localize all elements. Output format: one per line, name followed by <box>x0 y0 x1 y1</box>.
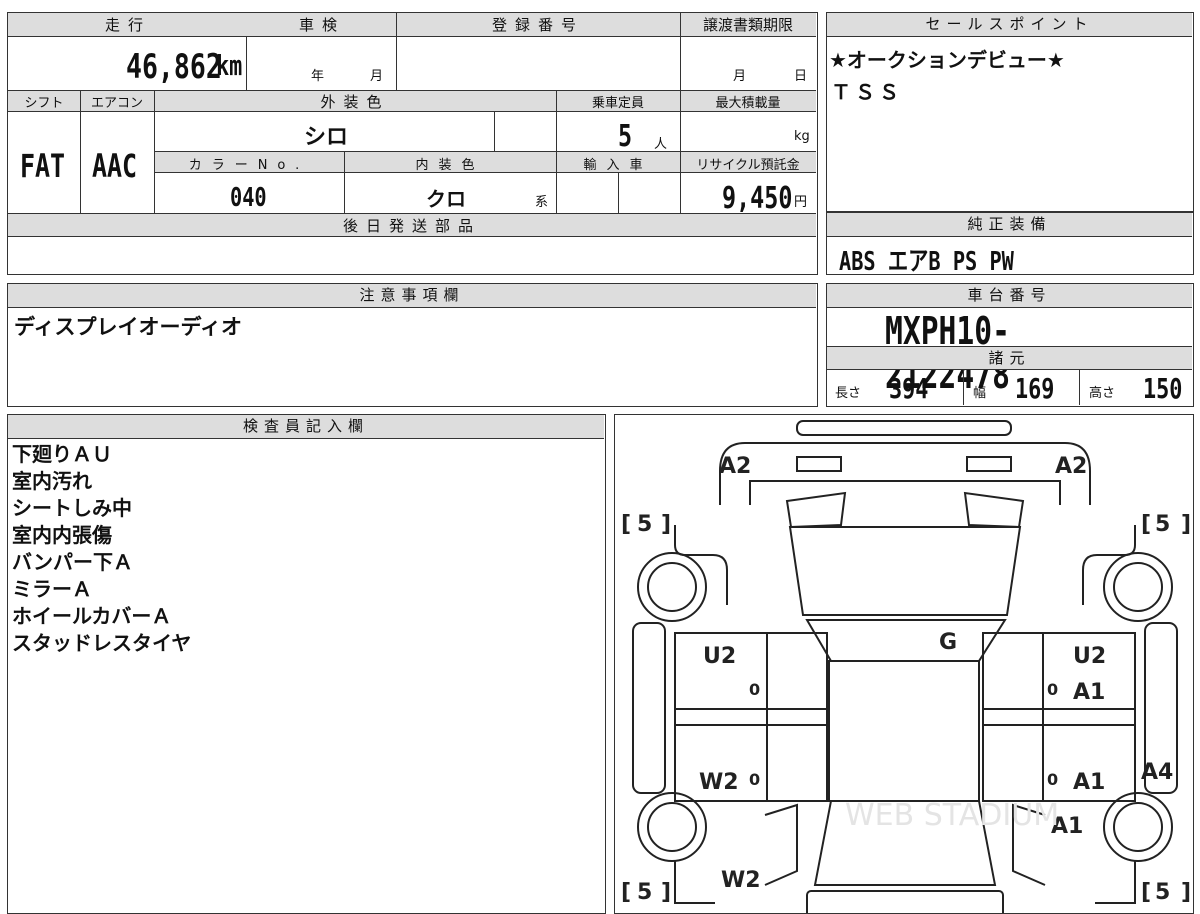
recycle-label: リサイクル預託金 <box>696 158 800 173</box>
aircon-value: AAC <box>92 147 138 185</box>
mark-tire-rr: 5 <box>1155 880 1170 905</box>
shift-value: FAT <box>20 147 66 185</box>
vehicle-info-box: 走行 車検 登録番号 譲渡書類期限 46,862 km 年 月 月 日 シフト … <box>7 12 818 275</box>
mark-left-front-door: U2 <box>703 644 736 669</box>
mileage-unit: km <box>216 49 243 82</box>
capacity-unit: 人 <box>654 137 668 152</box>
mark-tire-fl: 5 <box>637 512 652 537</box>
bracket-fr-open: [ <box>1141 512 1151 537</box>
equipment-label: 純正装備 <box>827 213 1192 237</box>
mileage-value-wrap: 46,862 km <box>8 39 244 89</box>
mark-zero-left-rear: 0 <box>749 770 760 789</box>
inspector-note: ミラーＡ <box>12 577 92 601</box>
color-no-label: カラーNo. <box>188 158 310 173</box>
mark-right-front-door: U2 <box>1073 644 1106 669</box>
inspector-notes: 下廻りＡＵ 室内汚れ シートしみ中 室内内張傷 バンパー下Ａ ミラーＡ ホイール… <box>12 441 191 657</box>
caution-text: ディスプレイオーディオ <box>14 315 243 339</box>
mark-zero-right-rear: 0 <box>1047 770 1058 789</box>
inspector-box: 検査員記入欄 下廻りＡＵ 室内汚れ シートしみ中 室内内張傷 バンパー下Ａ ミラ… <box>7 414 606 914</box>
shaken-label: 車検 <box>298 16 345 34</box>
spec-label: 諸元 <box>827 346 1192 370</box>
bracket-fr-close: ] <box>1181 512 1191 537</box>
recycle-fee: 9,450 <box>722 181 793 216</box>
max-load-unit: kg <box>794 129 810 144</box>
color-no-value: 040 <box>230 183 267 213</box>
bracket-rr-close: ] <box>1181 880 1191 905</box>
capacity-value: 5 <box>618 119 633 154</box>
inspector-label: 検査員記入欄 <box>8 415 604 439</box>
mark-left-rear-fender: W2 <box>721 868 761 893</box>
interior-color-suffix: 系 <box>535 195 549 210</box>
shaken-month-unit: 月 <box>370 69 384 84</box>
mark-front-right: A2 <box>1055 454 1087 479</box>
mark-right-rear-door: A1 <box>1073 770 1105 795</box>
length-value: 394 <box>889 372 929 405</box>
watermark: WEB STADIUM <box>845 798 1059 833</box>
height-value: 150 <box>1143 372 1183 405</box>
mark-tire-fr: 5 <box>1155 512 1170 537</box>
bracket-fl-open: [ <box>621 512 631 537</box>
registration-label: 登録番号 <box>491 16 584 34</box>
sales-point-label: セールスポイント <box>827 13 1192 37</box>
mark-right-front-door-b: A1 <box>1073 680 1105 705</box>
inspector-note: 室内汚れ <box>12 469 92 493</box>
mileage-label: 走行 <box>104 16 151 34</box>
import-label: 輸入車 <box>583 158 653 173</box>
mark-zero-left-front: 0 <box>749 680 760 699</box>
mark-zero-right-front: 0 <box>1047 680 1058 699</box>
caution-label: 注意事項欄 <box>8 284 816 308</box>
width-value: 169 <box>1015 372 1055 405</box>
mark-windshield: G <box>939 630 957 655</box>
inspector-note: シートしみ中 <box>12 496 132 520</box>
width-label: 幅 <box>973 386 987 401</box>
mileage-value: 46,862 <box>126 47 222 87</box>
bracket-rl-open: [ <box>621 880 631 905</box>
sales-point-line-2: ＴＳＳ <box>831 80 903 104</box>
transfer-day-unit: 日 <box>794 69 808 84</box>
transfer-deadline-label: 譲渡書類期限 <box>702 16 793 34</box>
length-label: 長さ <box>835 386 862 401</box>
interior-color-label: 内装色 <box>415 158 485 173</box>
inspector-note: ホイールカバーＡ <box>12 604 172 628</box>
capacity-label: 乗車定員 <box>591 96 644 111</box>
transfer-month-unit: 月 <box>733 69 747 84</box>
car-diagram: A2 A2 5 5 G U2 U2 0 0 A1 W2 0 0 A1 A4 A1… <box>621 420 1191 913</box>
mark-tire-rl: 5 <box>637 880 652 905</box>
chassis-label: 車台番号 <box>827 284 1192 308</box>
exterior-color-label: 外装色 <box>320 93 390 111</box>
inspector-note: 下廻りＡＵ <box>12 442 112 466</box>
equipment-box: 純正装備 ABS エアB PS PW <box>826 212 1194 277</box>
sales-point-line-1: ★オークションデビュー★ <box>829 48 1065 72</box>
sales-point-box: セールスポイント ★オークションデビュー★ ＴＳＳ <box>826 12 1194 212</box>
chassis-box: 車台番号 MXPH10-2122478 諸元 長さ 394 幅 169 高さ 1… <box>826 283 1194 407</box>
bracket-rl-close: ] <box>661 880 671 905</box>
damage-diagram-box: A2 A2 5 5 G U2 U2 0 0 A1 W2 0 0 A1 A4 A1… <box>614 414 1194 914</box>
equipment-value: ABS エアB PS PW <box>839 247 1014 277</box>
aircon-label: エアコン <box>90 96 143 111</box>
inspector-note: 室内内張傷 <box>12 523 112 547</box>
recycle-unit: 円 <box>794 195 808 210</box>
exterior-color-value: シロ <box>304 125 349 150</box>
height-label: 高さ <box>1089 386 1116 401</box>
inspector-note: バンパー下Ａ <box>12 550 133 574</box>
caution-box: 注意事項欄 ディスプレイオーディオ <box>7 283 818 407</box>
bracket-fl-close: ] <box>661 512 671 537</box>
mark-right-side: A4 <box>1141 760 1173 785</box>
later-parts-label: 後日発送部品 <box>342 217 481 235</box>
interior-color-value: クロ <box>426 187 466 211</box>
max-load-label: 最大積載量 <box>715 96 781 111</box>
mark-front-left: A2 <box>719 454 751 479</box>
inspector-note: スタッドレスタイヤ <box>12 631 192 655</box>
shift-label: シフト <box>24 96 64 111</box>
mark-left-rear-door: W2 <box>699 770 739 795</box>
shaken-year-unit: 年 <box>311 69 325 84</box>
bracket-rr-open: [ <box>1141 880 1151 905</box>
